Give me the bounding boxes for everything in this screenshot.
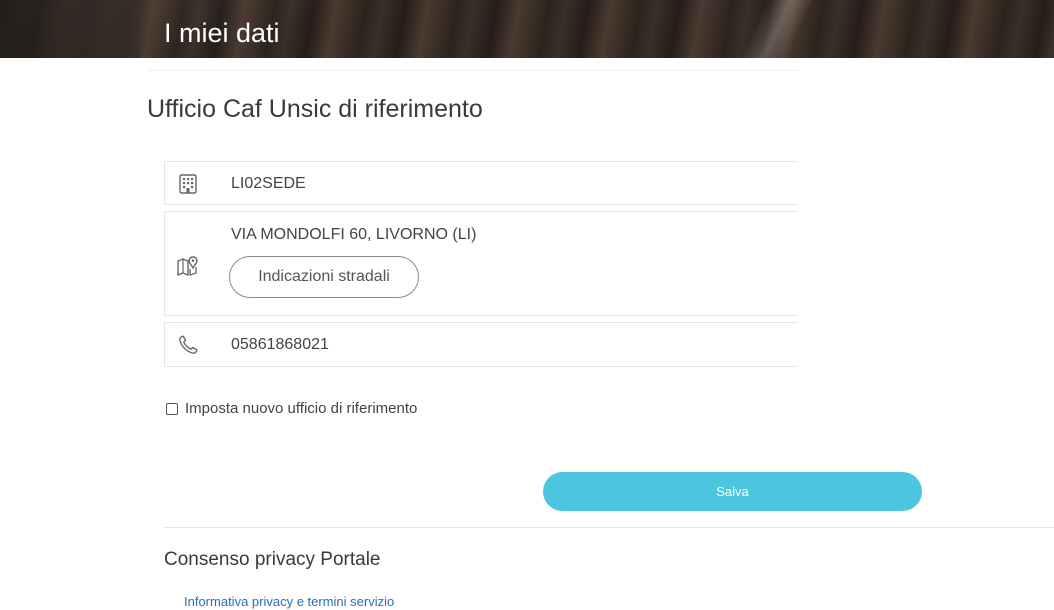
office-code: LI02SEDE <box>231 175 306 192</box>
divider <box>164 527 1054 528</box>
directions-button[interactable]: Indicazioni stradali <box>229 256 419 298</box>
office-phone: 05861868021 <box>231 336 329 353</box>
office-code-row: LI02SEDE <box>164 161 798 205</box>
office-phone-row: 05861868021 <box>164 322 798 367</box>
header-banner: I miei dati <box>0 0 1054 58</box>
page-title: I miei dati <box>164 18 280 48</box>
map-pin-icon <box>175 253 201 279</box>
new-office-label[interactable]: Imposta nuovo ufficio di riferimento <box>185 400 417 417</box>
new-office-option[interactable]: Imposta nuovo ufficio di riferimento <box>166 400 417 417</box>
building-icon <box>175 171 201 197</box>
privacy-section-title: Consenso privacy Portale <box>164 549 381 570</box>
new-office-checkbox[interactable] <box>166 402 178 415</box>
save-button[interactable]: Salva <box>543 472 922 511</box>
section-title: Ufficio Caf Unsic di riferimento <box>147 95 483 123</box>
divider <box>148 70 798 71</box>
office-address-row: VIA MONDOLFI 60, LIVORNO (LI) Indicazion… <box>164 211 798 316</box>
phone-icon <box>175 332 201 358</box>
privacy-terms-link[interactable]: Informativa privacy e termini servizio <box>184 594 394 609</box>
office-address: VIA MONDOLFI 60, LIVORNO (LI) <box>231 226 477 243</box>
